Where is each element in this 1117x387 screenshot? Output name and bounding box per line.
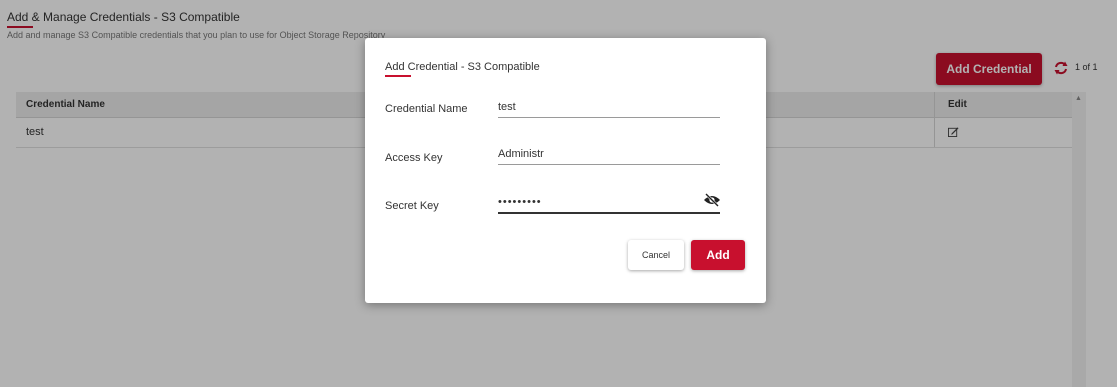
eye-off-icon[interactable]: [703, 193, 721, 207]
cancel-button[interactable]: Cancel: [628, 240, 684, 270]
credential-name-label: Credential Name: [385, 103, 468, 115]
dialog-title: Add Credential - S3 Compatible: [385, 61, 540, 73]
secret-key-field[interactable]: [498, 192, 720, 214]
dialog-title-underline: [385, 75, 411, 77]
add-button[interactable]: Add: [691, 240, 745, 270]
access-key-label: Access Key: [385, 152, 443, 164]
add-credential-dialog: Add Credential - S3 Compatible Credentia…: [365, 38, 766, 303]
credential-name-field[interactable]: [498, 97, 720, 118]
access-key-field[interactable]: [498, 144, 720, 165]
secret-key-label: Secret Key: [385, 200, 439, 212]
